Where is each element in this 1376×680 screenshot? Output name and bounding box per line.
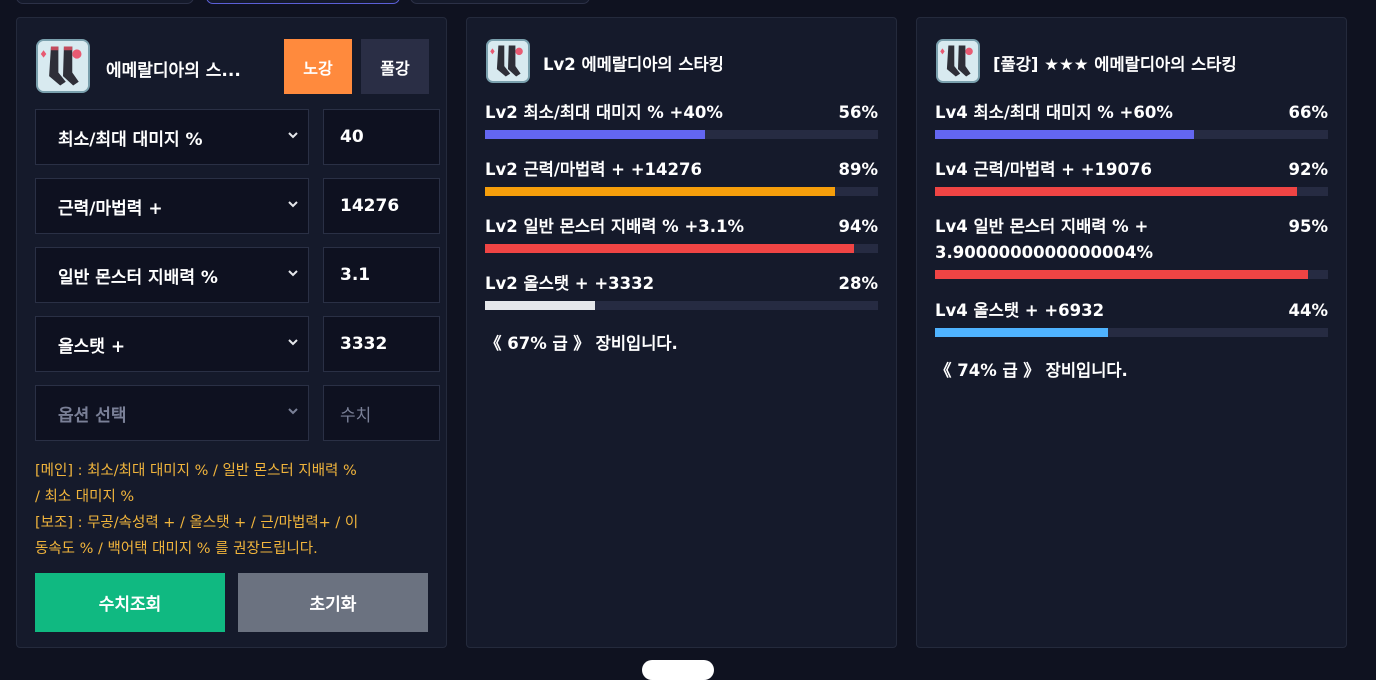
result-title: [풀강] ★★★ 에메랄디아의 스타킹 — [993, 55, 1237, 74]
chevron-down-icon — [288, 270, 298, 277]
stat-row: Lv2 일반 몬스터 지배력 % +3.1% 94% — [485, 214, 878, 253]
reset-button[interactable]: 초기화 — [238, 573, 428, 632]
stat-progress-bar — [485, 244, 878, 253]
stat-label: Lv2 최소/최대 대미지 % +40% — [485, 103, 723, 122]
stat-progress-fill — [485, 301, 596, 310]
stat-percent: 94% — [838, 217, 879, 236]
option-select-placeholder: 옵션 선택 — [58, 405, 127, 426]
stocking-item-icon — [36, 39, 90, 93]
grade-summary: 《 74% 급 》 장비입니다. — [935, 361, 1128, 380]
option-select-value: 근력/마법력 + — [58, 198, 163, 219]
stat-progress-fill — [935, 328, 1108, 337]
stat-label: Lv2 근력/마법력 + +14276 — [485, 160, 702, 179]
option-select-2[interactable]: 근력/마법력 + — [35, 178, 309, 234]
stat-percent: 28% — [838, 274, 879, 293]
chevron-down-icon — [288, 408, 298, 415]
tab-partial-2-active[interactable] — [206, 0, 400, 4]
option-select-3[interactable]: 일반 몬스터 지배력 % — [35, 247, 309, 303]
stat-label: Lv4 최소/최대 대미지 % +60% — [935, 103, 1173, 122]
stat-label: Lv2 올스탯 + +3332 — [485, 274, 655, 293]
stat-percent: 92% — [1288, 160, 1329, 179]
stat-progress-bar — [935, 130, 1328, 139]
stat-row: Lv2 근력/마법력 + +14276 89% — [485, 157, 878, 196]
stat-label: Lv4 일반 몬스터 지배력 % +3.9000000000000004% — [935, 217, 1153, 262]
stat-progress-fill — [485, 244, 855, 253]
stat-label: Lv2 일반 몬스터 지배력 % +3.1% — [485, 217, 745, 236]
stocking-item-icon — [936, 39, 980, 83]
stat-progress-bar — [485, 130, 878, 139]
note-line: 동속도 % / 백어택 대미지 % 를 권장드립니다. — [35, 541, 318, 557]
tab-partial-1[interactable] — [16, 0, 194, 4]
stat-percent: 44% — [1288, 301, 1329, 320]
lookup-button[interactable]: 수치조회 — [35, 573, 225, 632]
result-panel-max: [풀강] ★★★ 에메랄디아의 스타킹 Lv4 최소/최대 대미지 % +60%… — [916, 17, 1347, 648]
grade-button-pulgang[interactable]: 풀강 — [361, 39, 429, 94]
stat-progress-bar — [935, 328, 1328, 337]
stat-progress-fill — [935, 130, 1195, 139]
stat-progress-bar — [935, 187, 1328, 196]
chevron-down-icon — [288, 339, 298, 346]
value-input-2[interactable]: 14276 — [323, 178, 440, 234]
note-line: [보조] : 무공/속성력 + / 올스탯 + / 근/마법력+ / 이 — [35, 515, 359, 531]
stat-percent: 89% — [838, 160, 879, 179]
stat-progress-bar — [485, 301, 878, 310]
value-input-1[interactable]: 40 — [323, 109, 440, 165]
option-select-value: 일반 몬스터 지배력 % — [58, 267, 218, 288]
stat-progress-fill — [485, 187, 835, 196]
bottom-tab-handle[interactable] — [642, 660, 714, 680]
stat-percent: 66% — [1288, 103, 1329, 122]
option-select-1[interactable]: 최소/최대 대미지 % — [35, 109, 309, 165]
stat-row: Lv4 올스탯 + +6932 44% — [935, 298, 1328, 337]
value-input-3[interactable]: 3.1 — [323, 247, 440, 303]
stat-progress-fill — [935, 270, 1309, 279]
input-panel: 에메랄디아의 스... 노강 풀강 최소/최대 대미지 % 40 근력/마법력 … — [16, 17, 447, 648]
stat-label: Lv4 올스탯 + +6932 — [935, 301, 1105, 320]
stocking-item-icon — [486, 39, 530, 83]
note-line: [메인] : 최소/최대 대미지 % / 일반 몬스터 지배력 % — [35, 463, 357, 479]
chevron-down-icon — [288, 132, 298, 139]
stat-progress-bar — [935, 270, 1328, 279]
option-select-5[interactable]: 옵션 선택 — [35, 385, 309, 441]
stat-row: Lv4 근력/마법력 + +19076 92% — [935, 157, 1328, 196]
value-input-5[interactable]: 수치 — [323, 385, 440, 441]
option-select-4[interactable]: 올스탯 + — [35, 316, 309, 372]
stat-label: Lv4 근력/마법력 + +19076 — [935, 160, 1152, 179]
grade-summary: 《 67% 급 》 장비입니다. — [485, 334, 678, 353]
recommendation-note: [메인] : 최소/최대 대미지 % / 일반 몬스터 지배력 % / 최소 대… — [35, 458, 427, 562]
stat-percent: 56% — [838, 103, 879, 122]
result-panel-base: Lv2 에메랄디아의 스타킹 Lv2 최소/최대 대미지 % +40% 56% L… — [466, 17, 897, 648]
stat-row: Lv2 올스탯 + +3332 28% — [485, 271, 878, 310]
stat-progress-fill — [935, 187, 1297, 196]
grade-button-nogang[interactable]: 노강 — [284, 39, 352, 94]
stat-progress-bar — [485, 187, 878, 196]
option-select-value: 최소/최대 대미지 % — [58, 129, 203, 150]
item-name: 에메랄디아의 스... — [106, 61, 241, 81]
tab-partial-3[interactable] — [410, 0, 590, 4]
stat-percent: 95% — [1288, 217, 1329, 236]
option-select-value: 올스탯 + — [58, 336, 126, 357]
chevron-down-icon — [288, 201, 298, 208]
value-input-4[interactable]: 3332 — [323, 316, 440, 372]
note-line: / 최소 대미지 % — [35, 489, 135, 505]
result-title: Lv2 에메랄디아의 스타킹 — [543, 55, 724, 74]
stat-row: Lv4 일반 몬스터 지배력 % +3.9000000000000004% 95% — [935, 214, 1328, 279]
stat-row: Lv2 최소/최대 대미지 % +40% 56% — [485, 100, 878, 139]
stat-progress-fill — [485, 130, 706, 139]
stat-row: Lv4 최소/최대 대미지 % +60% 66% — [935, 100, 1328, 139]
